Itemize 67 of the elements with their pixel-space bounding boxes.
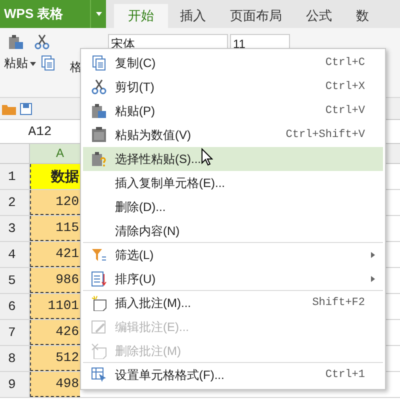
format-painter-label[interactable]: 格	[70, 58, 82, 76]
table-cell: 426	[30, 320, 80, 345]
shortcut-label: Ctrl+C	[325, 56, 365, 71]
table-cell: 1101	[30, 294, 80, 319]
pointer-icon	[201, 148, 213, 166]
save-icon[interactable]	[20, 102, 32, 114]
menu-item[interactable]: 粘贴(P) Ctrl+V	[83, 99, 383, 123]
shortcut-label: Ctrl+1	[325, 368, 365, 383]
table-cell: 498	[30, 372, 80, 397]
sort-icon	[91, 270, 107, 286]
table-cell: 986	[30, 268, 80, 293]
table-cell: 512	[30, 346, 80, 371]
copy-icon	[40, 55, 56, 71]
menu-item[interactable]: 剪切(T) Ctrl+X	[83, 75, 383, 99]
row-number[interactable]: 8	[0, 346, 30, 371]
app-logo[interactable]: WPS 表格	[0, 0, 90, 28]
scissors-icon	[91, 79, 107, 95]
clipboard-icon	[8, 34, 24, 50]
note-pencil-icon	[91, 319, 107, 335]
menu-item[interactable]: 清除内容(N)	[83, 219, 383, 243]
filter-icon	[91, 247, 107, 263]
note-delete-icon	[91, 342, 107, 358]
menu-item[interactable]: 排序(U)	[83, 267, 383, 291]
ribbon-tab[interactable]: 插入	[168, 4, 218, 28]
table-cell: 421	[30, 242, 80, 267]
shortcut-label: Shift+F2	[312, 296, 365, 311]
name-box[interactable]: A12	[0, 122, 80, 142]
table-cell: 数据	[30, 164, 80, 189]
clipboard-number-icon	[91, 127, 107, 143]
clipboard-icon	[91, 103, 107, 119]
clipboard-question-icon	[91, 151, 107, 167]
row-number[interactable]: 1	[0, 164, 30, 189]
scissors-icon	[34, 34, 50, 50]
paste-button[interactable]: 粘贴	[4, 54, 36, 72]
menu-item[interactable]: 选择性粘贴(S)...	[83, 147, 383, 171]
menu-item[interactable]: 筛选(L)	[83, 243, 383, 267]
ribbon-tab[interactable]: 开始	[114, 4, 168, 28]
submenu-arrow-icon	[371, 276, 375, 282]
note-icon	[91, 295, 107, 311]
caret-icon	[30, 62, 36, 66]
menu-item[interactable]: 删除(D)...	[83, 195, 383, 219]
folder-icon[interactable]	[2, 102, 16, 114]
row-number[interactable]: 4	[0, 242, 30, 267]
row-number[interactable]: 2	[0, 190, 30, 215]
shortcut-label: Ctrl+Shift+V	[286, 128, 365, 143]
table-cell: 115	[30, 216, 80, 241]
copy-icon	[91, 55, 107, 71]
caret-icon	[96, 12, 102, 16]
row-number[interactable]: 3	[0, 216, 30, 241]
row-number[interactable]: 6	[0, 294, 30, 319]
menu-item[interactable]: 插入批注(M)... Shift+F2	[83, 291, 383, 315]
row-number[interactable]: 7	[0, 320, 30, 345]
menu-item[interactable]: 设置单元格格式(F)... Ctrl+1	[83, 363, 383, 387]
row-number[interactable]: 9	[0, 372, 30, 397]
ribbon-tab[interactable]: 数	[344, 4, 381, 28]
row-number[interactable]: 5	[0, 268, 30, 293]
ribbon-tab[interactable]: 页面布局	[218, 4, 294, 28]
shortcut-label: Ctrl+V	[325, 104, 365, 119]
submenu-arrow-icon	[371, 252, 375, 258]
shortcut-label: Ctrl+X	[325, 80, 365, 95]
menu-item[interactable]: 复制(C) Ctrl+C	[83, 51, 383, 75]
app-menu-button[interactable]	[90, 0, 106, 28]
cell-format-icon	[91, 367, 107, 383]
menu-item[interactable]: 粘贴为数值(V) Ctrl+Shift+V	[83, 123, 383, 147]
ribbon-tab[interactable]: 公式	[294, 4, 344, 28]
menu-item[interactable]: 插入复制单元格(E)...	[83, 171, 383, 195]
table-cell: 120	[30, 190, 80, 215]
